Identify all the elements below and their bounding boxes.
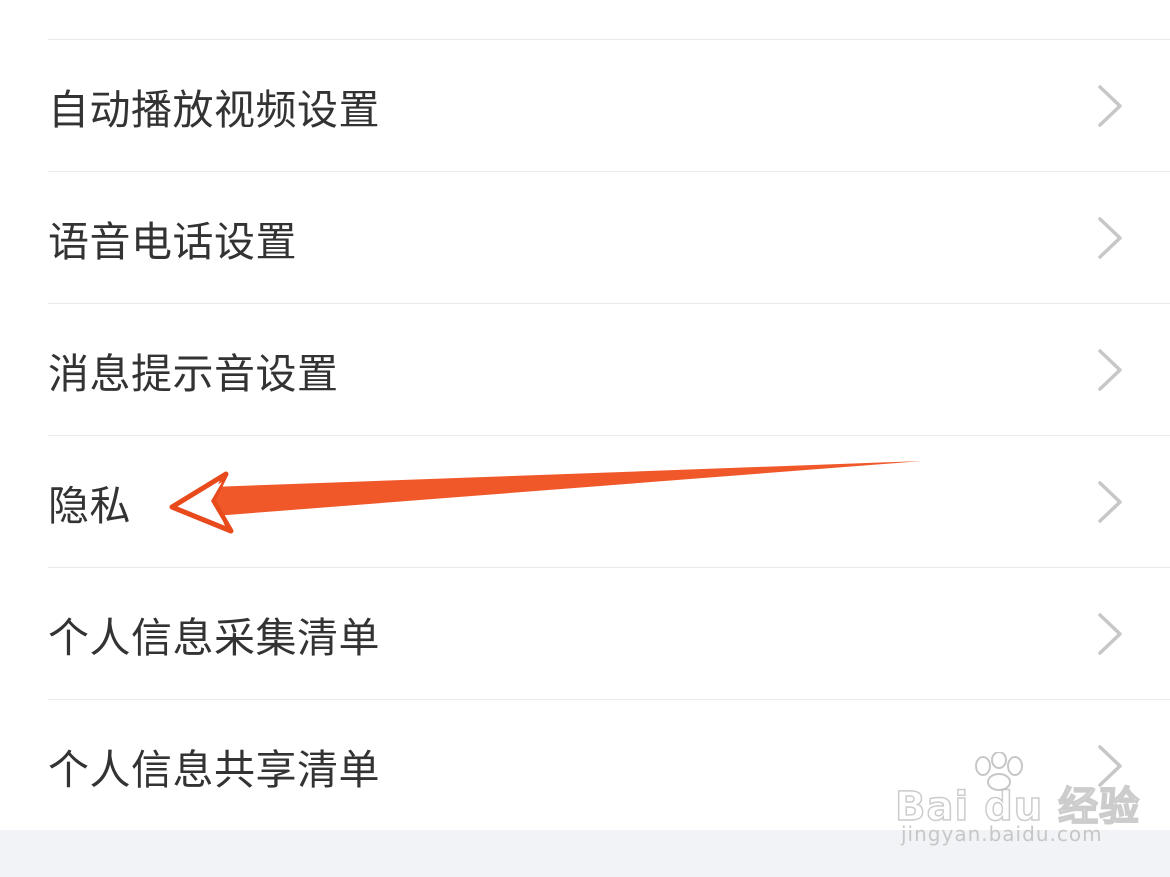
chevron-right-icon [1098,216,1122,259]
chevron-right-icon [1098,744,1122,787]
settings-item-autoplay-video[interactable]: 自动播放视频设置 [48,39,1170,171]
chevron-right-icon [1098,612,1122,655]
settings-item-notification-sound[interactable]: 消息提示音设置 [48,303,1170,435]
settings-item-label: 消息提示音设置 [48,349,339,398]
settings-item-voice-call[interactable]: 语音电话设置 [48,171,1170,303]
settings-item-label: 个人信息采集清单 [48,613,380,662]
settings-screen: 自动播放视频设置 语音电话设置 消息提示音设置 隐私 个人信息采集清单 个人信息… [0,0,1170,877]
settings-item-info-collection-list[interactable]: 个人信息采集清单 [48,567,1170,699]
settings-item-privacy[interactable]: 隐私 [48,435,1170,567]
chevron-right-icon [1098,348,1122,391]
settings-item-info-sharing-list[interactable]: 个人信息共享清单 [48,699,1170,831]
settings-item-label: 隐私 [48,481,131,530]
chevron-right-icon [1098,480,1122,523]
settings-item-label: 自动播放视频设置 [48,85,380,134]
footer-band [0,830,1170,877]
settings-list: 自动播放视频设置 语音电话设置 消息提示音设置 隐私 个人信息采集清单 个人信息… [0,0,1170,830]
settings-item-label: 语音电话设置 [48,217,297,266]
chevron-right-icon [1098,84,1122,127]
settings-item-label: 个人信息共享清单 [48,745,380,794]
